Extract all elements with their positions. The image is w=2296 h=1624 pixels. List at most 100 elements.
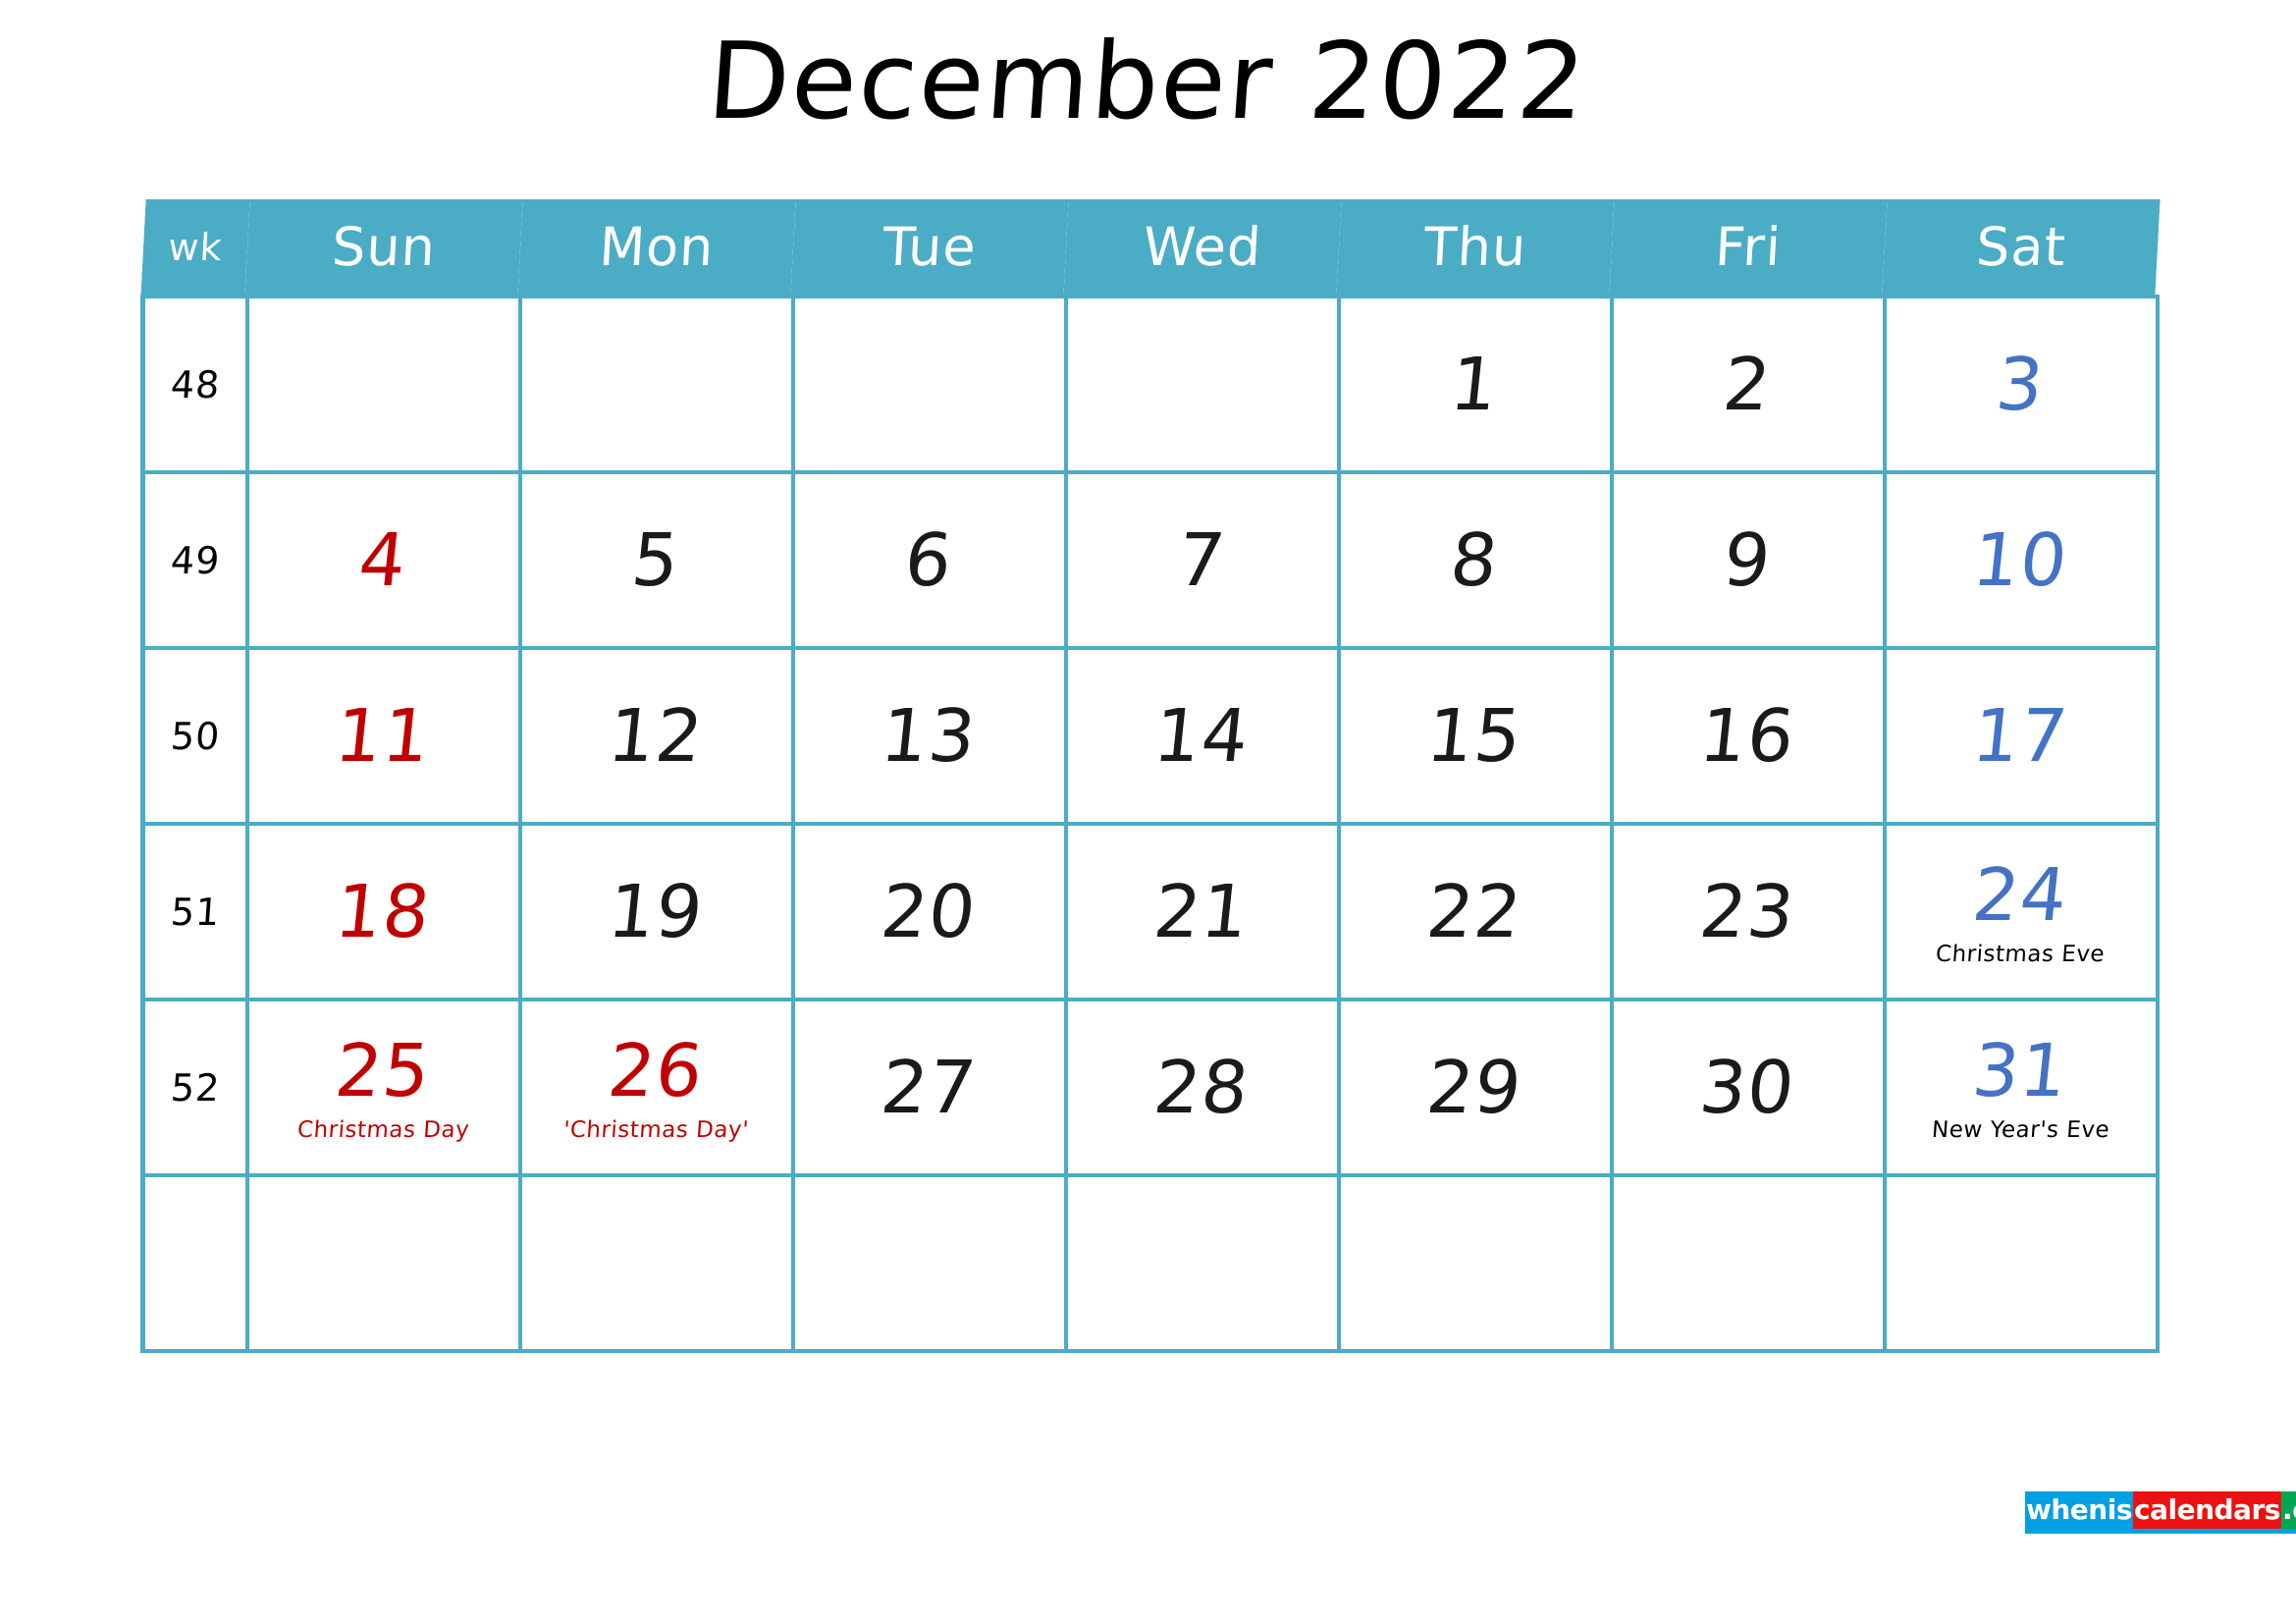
day-number: 8 [1446, 517, 1504, 603]
day-cell-tue[interactable]: 6 [790, 470, 1068, 650]
calendar-grid: wk Sun Mon Tue Wed Thu Fri Sat 48 1 2 3 49 4 5… [139, 199, 2161, 1353]
day-cell-tue[interactable] [790, 1173, 1068, 1353]
day-cell-fri[interactable] [1609, 1173, 1887, 1353]
day-cell-content [1068, 1177, 1337, 1349]
calendar-week-row: 51 18 19 20 21 22 23 24 Christmas Eve [140, 822, 2160, 1001]
site-logo[interactable]: whenis calendars .com [2025, 1491, 2296, 1534]
day-cell-sat[interactable] [1882, 1173, 2160, 1353]
day-cell-thu[interactable]: 8 [1336, 470, 1614, 650]
day-number: 6 [900, 517, 958, 603]
day-cell-content [522, 298, 791, 470]
header-sun: Sun [243, 199, 523, 297]
day-cell-mon[interactable]: 5 [517, 470, 795, 650]
week-number-cell [140, 1173, 249, 1353]
day-cell-sat[interactable]: 10 [1882, 470, 2160, 650]
day-cell-content: 1 [1341, 298, 1610, 470]
day-cell-thu[interactable] [1336, 1173, 1614, 1353]
day-cell-content: 22 [1341, 826, 1610, 998]
header-tue: Tue [789, 199, 1069, 297]
day-cell-sat[interactable]: 17 [1882, 646, 2160, 826]
day-cell-wed[interactable]: 7 [1063, 470, 1341, 650]
day-cell-mon[interactable]: 19 [517, 822, 795, 1001]
day-cell-content [249, 298, 518, 470]
day-number: 15 [1422, 693, 1527, 779]
day-cell-content: 8 [1341, 474, 1610, 646]
day-cell-sun[interactable]: 11 [244, 646, 522, 826]
day-cell-sun[interactable]: 25 Christmas Day [244, 998, 522, 1177]
day-cell-tue[interactable]: 27 [790, 998, 1068, 1177]
day-cell-fri[interactable]: 16 [1609, 646, 1887, 826]
week-number: 52 [169, 1065, 222, 1110]
day-cell-mon[interactable] [517, 1173, 795, 1353]
day-cell-content [795, 1177, 1064, 1349]
day-cell-sun[interactable]: 18 [244, 822, 522, 1001]
day-number: 16 [1695, 693, 1800, 779]
day-cell-wed[interactable]: 14 [1063, 646, 1341, 826]
day-cell-fri[interactable]: 30 [1609, 998, 1887, 1177]
day-cell-content: 20 [795, 826, 1064, 998]
day-cell-content [1341, 1177, 1610, 1349]
day-number: 17 [1968, 693, 2073, 779]
day-number: 23 [1695, 869, 1800, 954]
day-cell-wed[interactable]: 28 [1063, 998, 1341, 1177]
day-number: 22 [1422, 869, 1527, 954]
day-cell-sun[interactable] [244, 295, 522, 474]
day-cell-sat[interactable]: 31 New Year's Eve [1882, 998, 2160, 1177]
holiday-label: Christmas Day [295, 1116, 471, 1143]
day-cell-content: 3 [1887, 298, 2156, 470]
day-number: 29 [1422, 1045, 1527, 1130]
day-number: 28 [1149, 1045, 1255, 1130]
day-number: 18 [331, 869, 436, 954]
day-number: 9 [1719, 517, 1777, 603]
day-cell-content: 30 [1614, 1001, 1883, 1173]
day-cell-tue[interactable]: 20 [790, 822, 1068, 1001]
day-cell-content: 11 [249, 650, 518, 822]
day-cell-thu[interactable]: 1 [1336, 295, 1614, 474]
day-cell-sat[interactable]: 3 [1882, 295, 2160, 474]
day-cell-sat[interactable]: 24 Christmas Eve [1882, 822, 2160, 1001]
day-number: 19 [604, 869, 709, 954]
day-cell-thu[interactable]: 15 [1336, 646, 1614, 826]
day-cell-content: 28 [1068, 1001, 1337, 1173]
day-cell-content: 12 [522, 650, 791, 822]
calendar-week-row: 52 25 Christmas Day 26 'Christmas Day' 27 28 29… [140, 998, 2160, 1177]
day-cell-tue[interactable] [790, 295, 1068, 474]
page-title: December 2022 [704, 21, 1592, 143]
logo-part-whenis: whenis [2025, 1491, 2133, 1529]
week-number-cell: 52 [140, 998, 249, 1177]
day-cell-sun[interactable] [244, 1173, 522, 1353]
day-cell-content: 29 [1341, 1001, 1610, 1173]
week-number-cell: 48 [140, 295, 249, 474]
day-cell-content [1068, 298, 1337, 470]
header-sat: Sat [1881, 199, 2161, 297]
week-number-cell: 50 [140, 646, 249, 826]
day-cell-tue[interactable]: 13 [790, 646, 1068, 826]
calendar-week-row: 50 11 12 13 14 15 16 17 [140, 646, 2160, 826]
day-cell-thu[interactable]: 29 [1336, 998, 1614, 1177]
day-cell-mon[interactable] [517, 295, 795, 474]
day-cell-wed[interactable] [1063, 295, 1341, 474]
day-number: 11 [331, 693, 436, 779]
day-cell-mon[interactable]: 12 [517, 646, 795, 826]
day-cell-sun[interactable]: 4 [244, 470, 522, 650]
day-cell-wed[interactable]: 21 [1063, 822, 1341, 1001]
day-number: 14 [1149, 693, 1255, 779]
week-number-cell: 51 [140, 822, 249, 1001]
holiday-label: 'Christmas Day' [562, 1116, 750, 1143]
day-number: 10 [1968, 517, 2073, 603]
week-number: 48 [169, 362, 222, 406]
day-cell-content: 2 [1614, 298, 1883, 470]
day-cell-content: 6 [795, 474, 1064, 646]
day-cell-content: 7 [1068, 474, 1337, 646]
day-number: 30 [1695, 1045, 1800, 1130]
day-cell-thu[interactable]: 22 [1336, 822, 1614, 1001]
day-cell-mon[interactable]: 26 'Christmas Day' [517, 998, 795, 1177]
day-number: 27 [877, 1045, 982, 1130]
day-number: 21 [1149, 869, 1255, 954]
day-cell-fri[interactable]: 9 [1609, 470, 1887, 650]
day-cell-wed[interactable] [1063, 1173, 1341, 1353]
day-cell-fri[interactable]: 23 [1609, 822, 1887, 1001]
day-number: 13 [877, 693, 982, 779]
holiday-label: New Year's Eve [1931, 1116, 2110, 1143]
day-cell-fri[interactable]: 2 [1609, 295, 1887, 474]
